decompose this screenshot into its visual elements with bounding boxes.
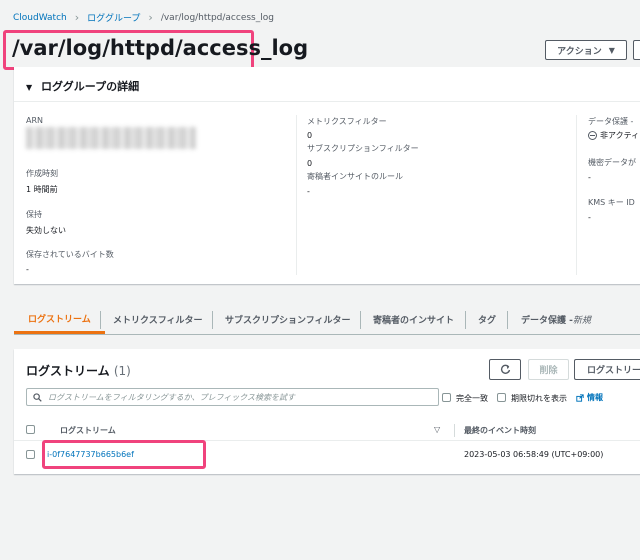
- exact-match-label: 完全一致: [456, 394, 488, 403]
- select-all-checkbox[interactable]: [26, 425, 35, 434]
- retention-label: 保持: [26, 210, 42, 219]
- sort-caret-icon[interactable]: ▽: [434, 425, 440, 434]
- actions-button[interactable]: アクション ▼: [545, 40, 627, 60]
- tab-data-protection[interactable]: データ保護 - 新規: [521, 305, 591, 334]
- metric-filters-label: メトリクスフィルター: [307, 117, 387, 126]
- log-streams-title: ログストリーム (1): [26, 362, 131, 379]
- breadcrumb-current: /var/log/httpd/access_log: [160, 12, 274, 23]
- tab-separator: [507, 311, 508, 329]
- search-placeholder: ログストリームをフィルタリングするか、プレフィックス検索を試す: [48, 392, 296, 402]
- tab-metric-filters[interactable]: メトリクスフィルター: [113, 305, 203, 334]
- column-divider: [296, 115, 297, 275]
- data-protection-label: データ保護 -: [588, 117, 634, 126]
- tab-subscription-filters[interactable]: サブスクリプションフィルター: [225, 305, 351, 334]
- page-title: /var/log/httpd/access_log: [12, 36, 309, 60]
- breadcrumb: CloudWatch › ロググループ › /var/log/httpd/acc…: [13, 11, 274, 24]
- info-link-label: 情報: [587, 393, 603, 402]
- column-header-log-stream[interactable]: ログストリーム: [60, 425, 116, 436]
- log-streams-count: (1): [113, 364, 131, 378]
- last-event-time: 2023-05-03 06:58:49 (UTC+09:00): [464, 450, 604, 459]
- tab-separator: [360, 311, 361, 329]
- chevron-right-icon: ›: [148, 11, 153, 24]
- refresh-icon: [500, 364, 510, 374]
- tab-data-protection-label: データ保護 -: [521, 316, 573, 326]
- link-highlight-box: [42, 440, 206, 469]
- tab-separator: [100, 311, 101, 329]
- data-protection-status: 非アクティ: [588, 130, 639, 141]
- caret-down-icon: ▼: [608, 45, 615, 55]
- created-label: 作成時刻: [26, 169, 58, 178]
- metric-filters-value: 0: [307, 131, 313, 140]
- show-expired-label: 期限切れを表示: [511, 394, 567, 403]
- details-header[interactable]: ▼ ロググループの詳細: [26, 78, 139, 94]
- tab-separator: [212, 311, 213, 329]
- tab-separator: [465, 311, 466, 329]
- column-separator: [454, 424, 455, 437]
- arn-value-redacted: [26, 127, 196, 149]
- caret-down-icon: ▼: [26, 83, 33, 92]
- sensitive-data-value: -: [588, 173, 591, 182]
- tab-contributor-insights[interactable]: 寄稿者のインサイト: [373, 305, 454, 334]
- retention-value: 失効しない: [26, 226, 66, 235]
- create-log-stream-button[interactable]: ログストリー: [574, 359, 640, 380]
- tab-tags[interactable]: タグ: [478, 305, 496, 334]
- tab-bar: ログストリーム メトリクスフィルター サブスクリプションフィルター 寄稿者のイン…: [14, 305, 640, 335]
- sensitive-data-label: 機密データが: [588, 158, 636, 167]
- log-streams-heading: ログストリーム: [26, 364, 110, 378]
- search-input[interactable]: ログストリームをフィルタリングするか、プレフィックス検索を試す: [26, 388, 439, 406]
- data-protection-value: 非アクティ: [600, 131, 640, 140]
- table-header: ログストリーム ▽ 最終のイベント時刻: [14, 419, 640, 441]
- row-checkbox[interactable]: [26, 450, 35, 459]
- refresh-button[interactable]: [489, 359, 521, 380]
- minus-circle-icon: [588, 131, 597, 140]
- stored-bytes-value: -: [26, 265, 29, 274]
- external-link-icon: [576, 393, 584, 402]
- column-header-last-event-time[interactable]: 最終のイベント時刻: [464, 425, 536, 436]
- chevron-right-icon: ›: [74, 11, 80, 24]
- delete-button[interactable]: 削除: [528, 359, 569, 380]
- show-expired-checkbox[interactable]: [497, 393, 506, 402]
- column-divider: [576, 115, 577, 275]
- breadcrumb-log-groups[interactable]: ロググループ: [87, 11, 140, 24]
- tab-log-streams[interactable]: ログストリーム: [14, 305, 105, 334]
- arn-label: ARN: [26, 116, 44, 125]
- kms-key-label: KMS キー ID: [588, 198, 635, 207]
- contributor-insights-label: 寄稿者インサイトのルール: [307, 172, 403, 181]
- contributor-insights-value: -: [307, 187, 310, 196]
- actions-button-label: アクション: [557, 46, 602, 57]
- subscription-filters-value: 0: [307, 159, 313, 168]
- search-icon: [33, 392, 42, 402]
- more-button[interactable]: [633, 40, 640, 60]
- new-badge: 新規: [572, 316, 591, 326]
- kms-key-value: -: [588, 213, 591, 222]
- divider: [14, 101, 640, 102]
- details-header-label: ロググループの詳細: [41, 80, 140, 93]
- info-link[interactable]: 情報: [576, 392, 603, 403]
- created-value: 1 時間前: [26, 185, 58, 194]
- log-group-details-panel: ▼ ロググループの詳細 ARN 作成時刻 1 時間前 保持 失効しない 保存され…: [14, 67, 640, 284]
- breadcrumb-cloudwatch[interactable]: CloudWatch: [13, 13, 67, 23]
- subscription-filters-label: サブスクリプションフィルター: [307, 144, 419, 153]
- stored-bytes-label: 保存されているバイト数: [26, 250, 114, 259]
- exact-match-checkbox[interactable]: [442, 393, 451, 402]
